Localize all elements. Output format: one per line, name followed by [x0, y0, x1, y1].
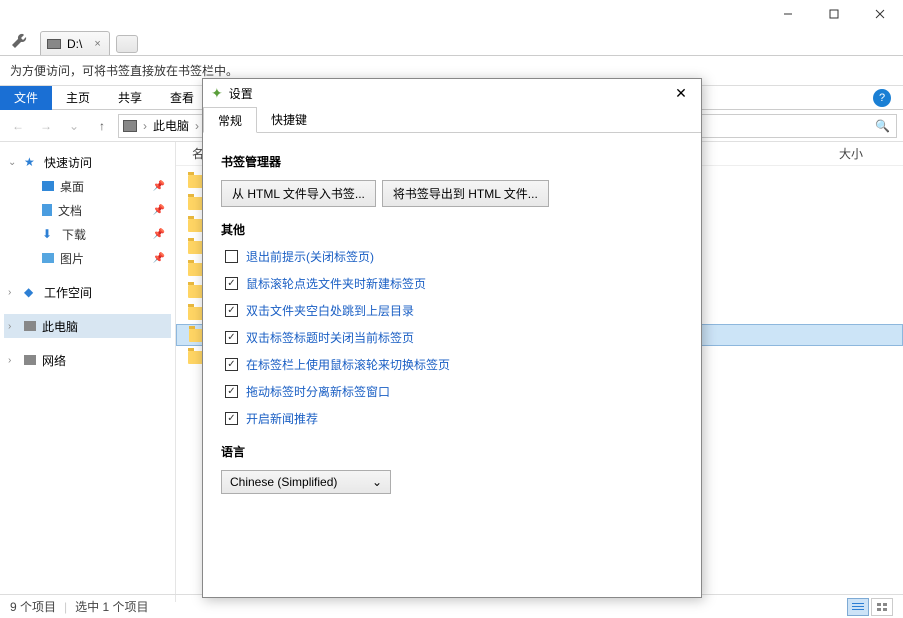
drive-icon [123, 120, 137, 132]
language-select[interactable]: Chinese (Simplified) ⌄ [221, 470, 391, 494]
sidebar-workspace[interactable]: ›◆工作空间 [4, 280, 171, 304]
nav-up-button[interactable]: ↑ [90, 114, 114, 138]
window-close-button[interactable] [857, 0, 903, 28]
section-language: 语言 [221, 443, 683, 460]
pin-icon: 📌 [153, 181, 165, 192]
tab-general[interactable]: 常规 [203, 107, 257, 133]
ribbon-view[interactable]: 查看 [156, 86, 208, 110]
chevron-right-icon: › [195, 119, 199, 133]
pictures-icon [42, 253, 54, 263]
tab-drive-d[interactable]: D:\ × [40, 31, 110, 55]
search-icon: 🔍 [875, 119, 890, 133]
cloud-icon: ◆ [24, 285, 38, 299]
checkbox-label[interactable]: 退出前提示(关闭标签页) [246, 248, 374, 265]
breadcrumb-this-pc[interactable]: 此电脑 [153, 117, 189, 134]
pin-icon: 📌 [153, 205, 165, 216]
chevron-down-icon: ⌄ [372, 475, 382, 489]
ribbon-home[interactable]: 主页 [52, 86, 104, 110]
import-bookmarks-button[interactable]: 从 HTML 文件导入书签... [221, 180, 376, 207]
column-size[interactable]: 大小 [839, 145, 863, 162]
pin-icon: 📌 [153, 253, 165, 264]
dialog-title: 设置 [229, 85, 253, 102]
checkbox-dblclick-up[interactable]: ✓ [225, 304, 238, 317]
search-input[interactable]: 🔍 [697, 114, 897, 138]
network-icon [24, 355, 36, 365]
maximize-button[interactable] [811, 0, 857, 28]
minimize-button[interactable] [765, 0, 811, 28]
view-icons-button[interactable] [871, 598, 893, 616]
tab-close-icon[interactable]: × [94, 38, 100, 50]
sidebar-downloads[interactable]: ⬇下载📌 [4, 222, 171, 246]
view-details-button[interactable] [847, 598, 869, 616]
new-tab-button[interactable] [116, 35, 138, 53]
sidebar-quick-access[interactable]: ⌄★快速访问 [4, 150, 171, 174]
checkbox-label[interactable]: 在标签栏上使用鼠标滚轮来切换标签页 [246, 356, 450, 373]
star-icon: ★ [24, 155, 38, 169]
sidebar-this-pc[interactable]: ›此电脑 [4, 314, 171, 338]
checkbox-scroll-switch[interactable]: ✓ [225, 358, 238, 371]
checkbox-label[interactable]: 拖动标签时分离新标签窗口 [246, 383, 390, 400]
export-bookmarks-button[interactable]: 将书签导出到 HTML 文件... [382, 180, 549, 207]
tab-hotkey[interactable]: 快捷键 [257, 107, 321, 132]
nav-sidebar: ⌄★快速访问 桌面📌 文档📌 ⬇下载📌 图片📌 ›◆工作空间 ›此电脑 ›网络 [0, 142, 176, 602]
desktop-icon [42, 181, 54, 191]
sidebar-desktop[interactable]: 桌面📌 [4, 174, 171, 198]
checkbox-exit-prompt[interactable] [225, 250, 238, 263]
checkbox-drag-detach[interactable]: ✓ [225, 385, 238, 398]
dialog-close-button[interactable]: ✕ [669, 81, 693, 105]
wrench-icon[interactable] [10, 32, 28, 50]
checkbox-label[interactable]: 鼠标滚轮点选文件夹时新建标签页 [246, 275, 426, 292]
status-selected: 选中 1 个项目 [75, 598, 148, 615]
checkbox-news[interactable]: ✓ [225, 412, 238, 425]
checkbox-label[interactable]: 开启新闻推荐 [246, 410, 318, 427]
checkbox-label[interactable]: 双击标签标题时关闭当前标签页 [246, 329, 414, 346]
sidebar-documents[interactable]: 文档📌 [4, 198, 171, 222]
ribbon-file[interactable]: 文件 [0, 86, 52, 110]
pc-icon [24, 321, 36, 331]
chevron-right-icon: › [143, 119, 147, 133]
ribbon-share[interactable]: 共享 [104, 86, 156, 110]
drive-icon [47, 39, 61, 49]
section-other: 其他 [221, 221, 683, 238]
checkbox-label[interactable]: 双击文件夹空白处跳到上层目录 [246, 302, 414, 319]
help-icon[interactable]: ? [873, 89, 891, 107]
sidebar-pictures[interactable]: 图片📌 [4, 246, 171, 270]
download-icon: ⬇ [42, 227, 56, 241]
section-bookmark-manager: 书签管理器 [221, 153, 683, 170]
status-count: 9 个项目 [10, 598, 56, 615]
document-icon [42, 204, 52, 216]
tab-label: D:\ [67, 37, 82, 51]
checkbox-dblclick-close[interactable]: ✓ [225, 331, 238, 344]
sidebar-network[interactable]: ›网络 [4, 348, 171, 372]
nav-forward-button[interactable]: → [34, 114, 58, 138]
puzzle-icon: ✦ [211, 85, 223, 102]
language-value: Chinese (Simplified) [230, 475, 337, 489]
checkbox-scroll-newtab[interactable]: ✓ [225, 277, 238, 290]
settings-dialog: ✦ 设置 ✕ 常规 快捷键 书签管理器 从 HTML 文件导入书签... 将书签… [202, 78, 702, 598]
nav-back-button[interactable]: ← [6, 114, 30, 138]
nav-recent-button[interactable]: ⌄ [62, 114, 86, 138]
pin-icon: 📌 [153, 229, 165, 240]
